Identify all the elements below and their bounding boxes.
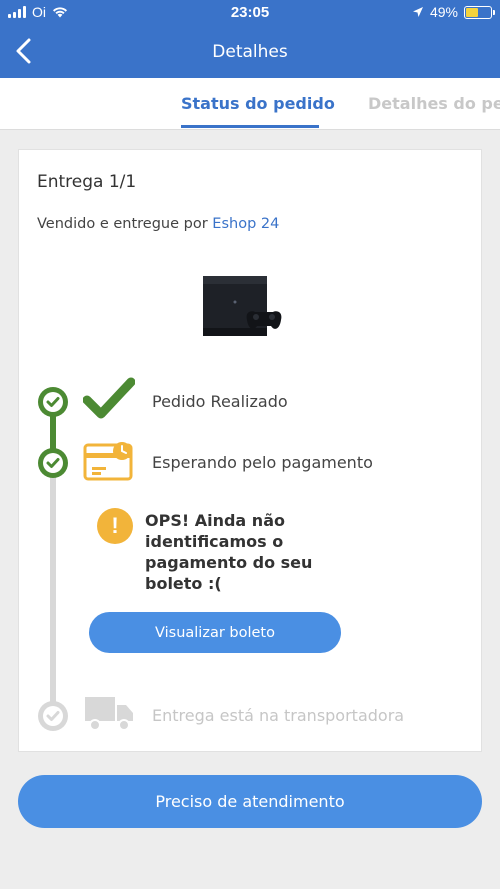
tab-order-status[interactable]: Status do pedido — [181, 94, 335, 113]
tab-order-details[interactable]: Detalhes do ped — [368, 94, 500, 113]
seller-info: Vendido e entregue por Eshop 24 — [37, 216, 279, 232]
page-title: Detalhes — [212, 42, 288, 62]
exclamation-icon: ! — [97, 508, 133, 544]
payment-card-icon — [83, 442, 133, 481]
status-right: 49% — [412, 4, 495, 20]
seller-link[interactable]: Eshop 24 — [212, 216, 279, 232]
battery-icon — [464, 5, 495, 19]
status-bar: Oi 23:05 49% — [0, 0, 500, 26]
check-icon — [43, 706, 63, 726]
delivery-card: Entrega 1/1 Vendido e entregue por Eshop… — [18, 149, 482, 752]
step-3-status-dot — [38, 701, 68, 731]
battery-percent: 49% — [429, 4, 458, 20]
seller-prefix: Vendido e entregue por — [37, 216, 208, 232]
need-support-button[interactable]: Preciso de atendimento — [18, 775, 482, 828]
app-header: Oi 23:05 49% Detalhes — [0, 0, 500, 78]
payment-warning-message: OPS! Ainda não identificamos o pagamento… — [145, 511, 313, 593]
step-1-status-dot — [38, 387, 68, 417]
step-2-status-dot — [38, 448, 68, 478]
tab-bar: Status do pedido Detalhes do ped — [0, 78, 500, 130]
step-1-label: Pedido Realizado — [152, 392, 288, 411]
check-icon — [43, 453, 63, 473]
location-arrow-icon — [412, 7, 423, 17]
check-icon — [43, 392, 63, 412]
truck-icon — [85, 697, 133, 731]
product-image — [203, 276, 282, 336]
step-3-label: Entrega está na transportadora — [152, 706, 405, 725]
active-tab-indicator — [181, 125, 319, 128]
checkmark-icon — [83, 377, 135, 419]
step-2-label: Esperando pelo pagamento — [152, 453, 373, 472]
timeline-pending-line — [50, 462, 56, 718]
view-boleto-button[interactable]: Visualizar boleto — [89, 612, 341, 653]
delivery-title: Entrega 1/1 — [37, 172, 137, 192]
